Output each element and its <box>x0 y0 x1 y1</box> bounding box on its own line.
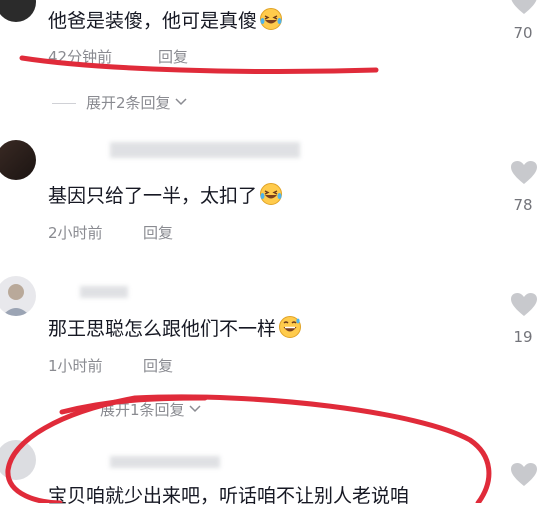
comment-text: 他爸是装傻，他可是真傻 <box>48 10 258 32</box>
comment-text: 那王思聪怎么跟他们不一样 <box>48 318 277 340</box>
reply-button[interactable]: 回复 <box>158 46 188 67</box>
blurred-username <box>80 286 128 298</box>
divider <box>66 410 90 411</box>
expand-replies-label: 展开1条回复 <box>100 401 185 419</box>
expand-replies-label: 展开2条回复 <box>86 94 171 112</box>
like-count: 78 <box>513 196 533 214</box>
avatar[interactable] <box>0 276 36 316</box>
laughing-tears-emoji <box>260 183 283 205</box>
like-count: 70 <box>513 24 533 42</box>
comment-time: 42分钟前 <box>48 48 113 66</box>
chevron-down-icon <box>175 98 187 106</box>
blurred-username <box>110 142 300 158</box>
blurred-username <box>110 456 220 468</box>
laughing-tears-emoji <box>260 8 283 30</box>
heart-icon[interactable] <box>510 462 538 488</box>
reply-button[interactable]: 回复 <box>143 222 173 243</box>
comment-time: 1小时前 <box>48 357 103 375</box>
comment-text: 基因只给了一半，太扣了 <box>48 185 258 207</box>
chevron-down-icon <box>189 405 201 413</box>
heart-icon[interactable] <box>510 0 538 16</box>
comment-text: 宝贝咱就少出来吧，听话咱不让别人老说咱 <box>48 485 410 507</box>
like-count: 19 <box>513 328 533 346</box>
avatar[interactable] <box>0 440 36 480</box>
avatar[interactable] <box>0 0 36 22</box>
expand-replies-link[interactable]: 展开2条回复 <box>52 92 188 113</box>
comment-time: 2小时前 <box>48 224 103 242</box>
heart-icon[interactable] <box>510 160 538 186</box>
avatar[interactable] <box>0 140 36 180</box>
red-annotation-layer <box>5 55 492 503</box>
reply-button[interactable]: 回复 <box>143 355 173 376</box>
divider <box>52 103 76 104</box>
expand-replies-link[interactable]: 展开1条回复 <box>66 399 202 420</box>
heart-icon[interactable] <box>510 292 538 318</box>
grinning-sweat-emoji <box>279 316 302 338</box>
avatar-image <box>2 284 30 316</box>
